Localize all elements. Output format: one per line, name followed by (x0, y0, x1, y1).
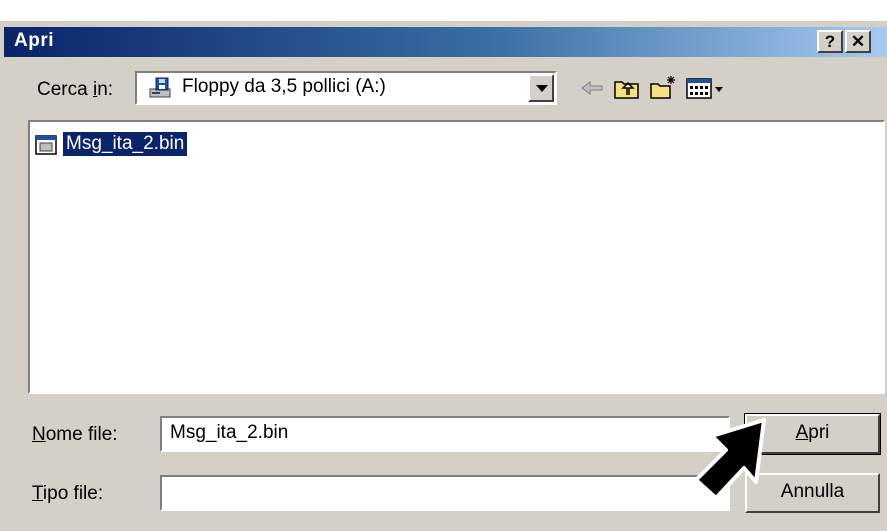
chevron-down-icon[interactable] (528, 74, 554, 102)
lookin-combobox[interactable]: Floppy da 3,5 pollici (A:) (135, 71, 557, 105)
screen: Apri ? ✕ Cerca in: Floppy da 3,5 pollici… (0, 0, 887, 531)
back-arrow-icon[interactable] (578, 74, 608, 102)
filename-field[interactable]: Msg_ita_2.bin (160, 416, 730, 452)
new-folder-icon[interactable] (648, 74, 678, 102)
file-list[interactable]: Msg_ita_2.bin (28, 120, 885, 394)
filename-label: Nome file: (32, 424, 118, 445)
file-name: Msg_ita_2.bin (61, 131, 189, 157)
dialog-title: Apri (14, 30, 54, 51)
filetype-label: Tipo file: (32, 483, 104, 504)
lookin-label: Cerca in: (37, 79, 114, 100)
lookin-value: Floppy da 3,5 pollici (A:) (182, 76, 386, 97)
help-button[interactable]: ? (817, 30, 843, 53)
bin-file-icon (35, 135, 57, 155)
pointer-arrow-icon (694, 418, 766, 500)
close-button[interactable]: ✕ (845, 30, 871, 53)
title-bar[interactable]: Apri ? ✕ (4, 27, 887, 57)
filetype-select[interactable] (160, 475, 730, 511)
view-menu-icon[interactable] (684, 74, 728, 102)
up-folder-icon[interactable] (612, 74, 642, 102)
floppy-drive-icon (149, 77, 171, 98)
